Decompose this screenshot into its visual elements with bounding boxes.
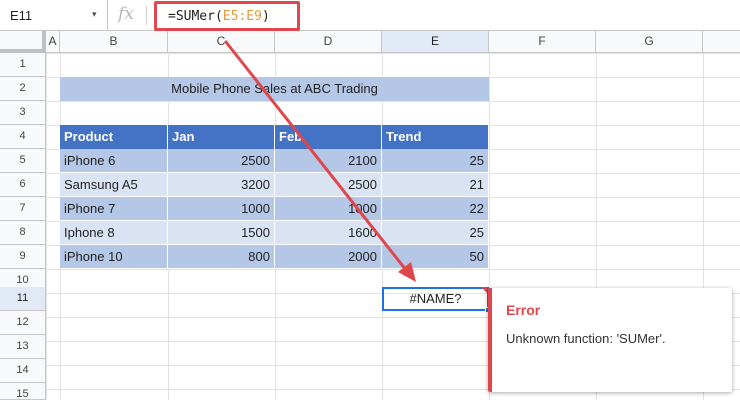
trend-cell[interactable]: 21 xyxy=(382,173,489,197)
product-cell[interactable]: iPhone 10 xyxy=(60,245,168,269)
column-header-e[interactable]: E xyxy=(382,31,489,53)
row-header-3[interactable]: 3 xyxy=(0,101,46,125)
product-cell[interactable]: Iphone 8 xyxy=(60,221,168,245)
table-title[interactable]: Mobile Phone Sales at ABC Trading xyxy=(60,77,489,101)
formula-separator xyxy=(146,6,147,25)
error-message: Unknown function: 'SUMer'. xyxy=(506,331,666,346)
product-cell[interactable]: iPhone 7 xyxy=(60,197,168,221)
name-box[interactable]: E11 ▾ xyxy=(0,0,108,31)
trend-cell[interactable]: 25 xyxy=(382,221,489,245)
feb-cell[interactable]: 1000 xyxy=(275,197,382,221)
column-header-more[interactable] xyxy=(703,31,740,53)
row-header-5[interactable]: 5 xyxy=(0,149,46,173)
select-all-corner[interactable] xyxy=(0,31,46,53)
column-header-d[interactable]: D xyxy=(275,31,382,53)
row-header-9[interactable]: 9 xyxy=(0,245,46,269)
feb-cell[interactable]: 2000 xyxy=(275,245,382,269)
trend-cell[interactable]: 50 xyxy=(382,245,489,269)
jan-cell[interactable]: 800 xyxy=(168,245,275,269)
row-header-15[interactable]: 15 xyxy=(0,383,46,400)
chevron-down-icon[interactable]: ▾ xyxy=(92,9,97,20)
feb-cell[interactable]: 2100 xyxy=(275,149,382,173)
row-header-6[interactable]: 6 xyxy=(0,173,46,197)
column-header-a[interactable]: A xyxy=(46,31,60,53)
fx-icon: fx xyxy=(118,4,134,24)
row-header-14[interactable]: 14 xyxy=(0,359,46,383)
trend-cell[interactable]: 22 xyxy=(382,197,489,221)
column-header-c[interactable]: C xyxy=(168,31,275,53)
formula-range-ref: E5:E9 xyxy=(222,9,262,24)
jan-cell[interactable]: 1000 xyxy=(168,197,275,221)
active-cell-e11[interactable]: #NAME? xyxy=(382,287,491,313)
active-cell-value: #NAME? xyxy=(409,291,462,306)
row-header-13[interactable]: 13 xyxy=(0,335,46,359)
header-jan[interactable]: Jan xyxy=(168,125,275,149)
formula-suffix: ) xyxy=(261,9,270,24)
error-tooltip: Error Unknown function: 'SUMer'. xyxy=(488,288,732,392)
column-header-b[interactable]: B xyxy=(60,31,168,53)
header-product[interactable]: Product xyxy=(60,125,168,149)
column-header-f[interactable]: F xyxy=(489,31,596,53)
feb-cell[interactable]: 1600 xyxy=(275,221,382,245)
formula-input[interactable]: =SUMer(E5:E9) xyxy=(154,1,300,31)
header-trend[interactable]: Trend xyxy=(382,125,489,149)
product-cell[interactable]: iPhone 6 xyxy=(60,149,168,173)
row-header-8[interactable]: 8 xyxy=(0,221,46,245)
row-header-7[interactable]: 7 xyxy=(0,197,46,221)
row-header-1[interactable]: 1 xyxy=(0,53,46,77)
row-header-11[interactable]: 11 xyxy=(0,287,46,311)
jan-cell[interactable]: 3200 xyxy=(168,173,275,197)
name-box-value: E11 xyxy=(10,8,33,23)
formula-text: =SUMer(E5:E9) xyxy=(168,9,270,24)
formula-bar: E11 ▾ fx =SUMer(E5:E9) xyxy=(0,0,740,31)
product-cell[interactable]: Samsung A5 xyxy=(60,173,168,197)
trend-cell[interactable]: 25 xyxy=(382,149,489,173)
feb-cell[interactable]: 2500 xyxy=(275,173,382,197)
row-header-4[interactable]: 4 xyxy=(0,125,46,149)
jan-cell[interactable]: 2500 xyxy=(168,149,275,173)
jan-cell[interactable]: 1500 xyxy=(168,221,275,245)
error-title: Error xyxy=(506,302,541,318)
column-header-g[interactable]: G xyxy=(596,31,703,53)
row-header-2[interactable]: 2 xyxy=(0,77,46,101)
formula-prefix: =SUMer( xyxy=(168,9,223,24)
row-header-12[interactable]: 12 xyxy=(0,311,46,335)
header-feb[interactable]: Feb xyxy=(275,125,382,149)
error-indicator-icon[interactable] xyxy=(481,287,487,293)
